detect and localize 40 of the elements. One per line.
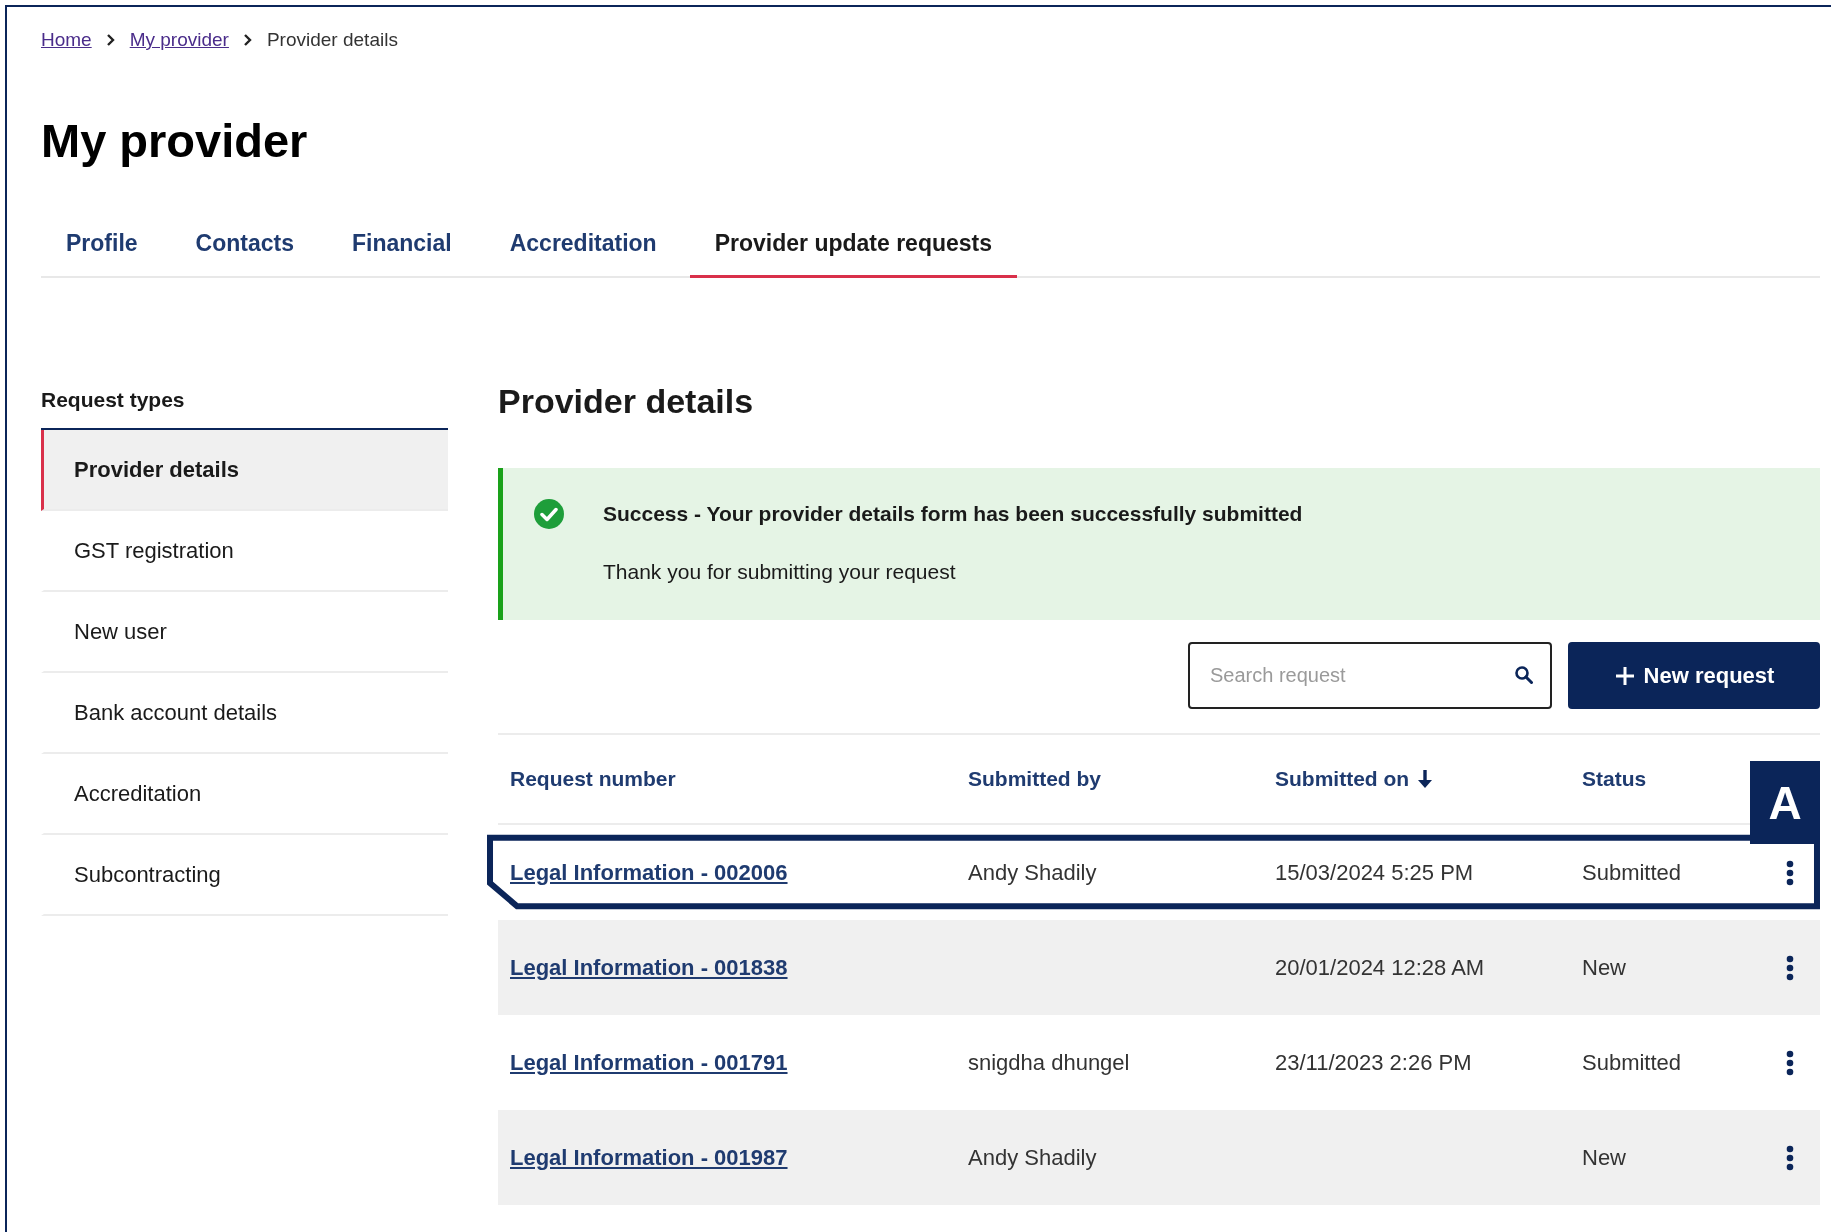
tab[interactable]: Contacts xyxy=(170,218,319,278)
chevron-icon xyxy=(105,33,116,47)
annotation-label: A xyxy=(1750,761,1820,844)
table-cell-text: 20/01/2024 12:28 AM xyxy=(1275,954,1486,981)
sidebar-item[interactable]: Provider details xyxy=(41,430,448,511)
table-cell-text: New xyxy=(1582,954,1627,981)
table-cell-text: 23/11/2023 2:26 PM xyxy=(1275,1049,1473,1076)
tab[interactable]: Provider update requests xyxy=(689,218,1018,278)
tab[interactable]: Accreditation xyxy=(484,218,682,278)
breadcrumb-link[interactable]: Home xyxy=(41,29,92,51)
tab[interactable]: Financial xyxy=(327,218,477,278)
request-link[interactable]: Legal Information - 001987 xyxy=(510,1144,788,1171)
alert-message: Thank you for submitting your request xyxy=(603,560,957,584)
tab[interactable]: Profile xyxy=(41,218,163,278)
plus-icon xyxy=(1613,664,1636,687)
alert-title: Success - Your provider details form has been successfully submitted xyxy=(603,502,1304,526)
sidebar-heading: Request types xyxy=(41,388,186,413)
table-cell-text: snigdha dhungel xyxy=(968,1049,1131,1076)
table-cell-text: Andy Shadily xyxy=(968,859,1098,886)
breadcrumb-link[interactable]: My provider xyxy=(129,29,229,51)
request-link[interactable]: Legal Information - 001791 xyxy=(510,1049,788,1076)
request-link[interactable]: Legal Information - 002006 xyxy=(510,859,788,886)
breadcrumb-current: Provider details xyxy=(266,29,398,51)
column-header[interactable]: Submitted on xyxy=(1275,767,1434,791)
search-icon xyxy=(1514,665,1534,685)
table-cell-text: Submitted xyxy=(1582,859,1683,886)
new-request-button[interactable]: New request xyxy=(1568,642,1820,709)
column-header[interactable]: Status xyxy=(1582,767,1647,791)
search-field[interactable]: Search request xyxy=(1188,642,1552,709)
page-title: My provider xyxy=(41,113,309,168)
check-circle-icon xyxy=(533,498,565,530)
column-header[interactable]: Request number xyxy=(510,767,676,791)
section-title: Provider details xyxy=(498,384,755,418)
table-cell-text: 15/03/2024 5:25 PM xyxy=(1275,859,1475,886)
request-link[interactable]: Legal Information - 001838 xyxy=(510,954,788,981)
table-cell-text: Andy Shadily xyxy=(968,1144,1098,1171)
table-cell-text: New xyxy=(1582,1144,1627,1171)
chevron-icon xyxy=(242,33,253,47)
table-cell-text: Submitted xyxy=(1582,1049,1683,1076)
column-header[interactable]: Submitted by xyxy=(968,767,1101,791)
